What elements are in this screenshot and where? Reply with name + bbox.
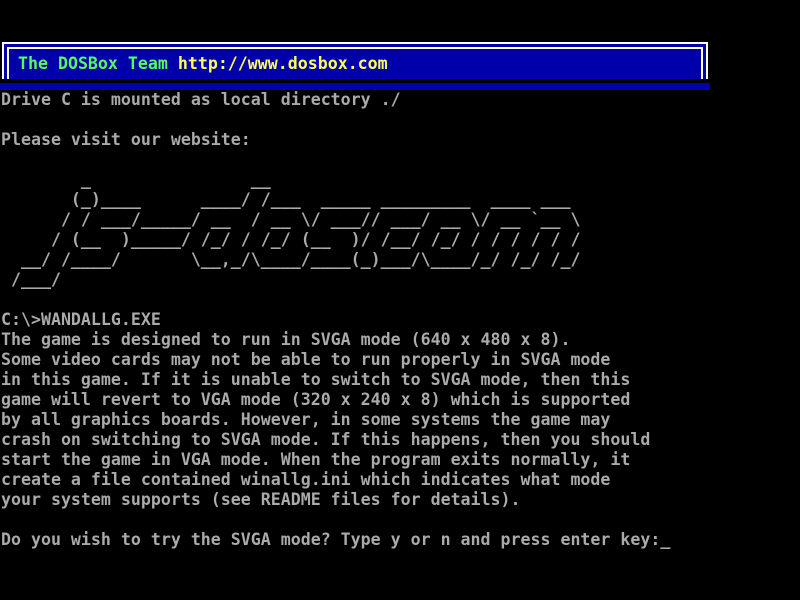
svga-prompt-line: Do you wish to try the SVGA mode? Type y… [1, 530, 670, 550]
website-line: Please visit our website: [1, 130, 670, 150]
console-output: Drive C is mounted as local directory ./… [1, 90, 670, 550]
dosbox-team-label: The DOSBox Team [18, 54, 168, 73]
banner-bottom-strip [0, 83, 710, 90]
dosbox-url: http://www.dosbox.com [178, 54, 388, 73]
dos-screen[interactable]: The DOSBox Team http://www.dosbox.com Dri… [0, 0, 800, 600]
dosbox-banner: The DOSBox Team http://www.dosbox.com [2, 42, 708, 79]
mount-status-line: Drive C is mounted as local directory ./ [1, 90, 670, 110]
program-output: The game is designed to run in SVGA mode… [1, 330, 670, 510]
text-cursor[interactable]: _ [660, 530, 670, 549]
command-line: C:\>WANDALLG.EXE [1, 310, 670, 330]
svga-prompt-text: Do you wish to try the SVGA mode? Type y… [1, 530, 660, 549]
jsdos-ascii-logo: _ __ (_)____ ____/ /___ _____ _________ … [1, 170, 670, 290]
